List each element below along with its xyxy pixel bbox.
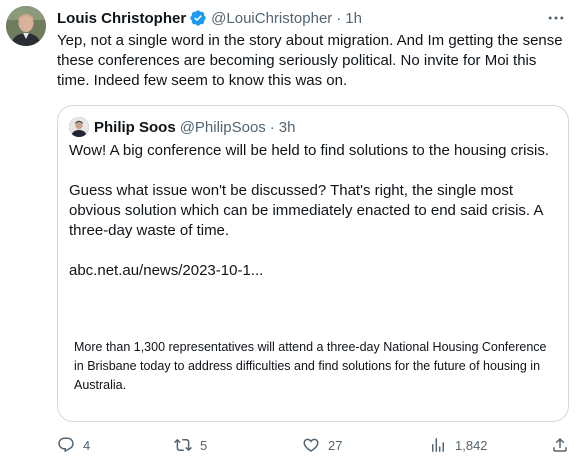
tweet-text: Yep, not a single word in the story abou… [57, 32, 563, 89]
share-button[interactable] [551, 434, 569, 456]
separator-dot: · [269, 118, 275, 136]
more-options-icon[interactable] [546, 8, 566, 28]
tweet[interactable]: Louis Christopher @LouiChristopher · 1h … [0, 0, 578, 461]
quoted-avatar-image [69, 117, 89, 137]
tweet-header: Louis Christopher @LouiChristopher · 1h [57, 8, 362, 28]
like-button[interactable]: 27 [302, 434, 342, 456]
separator-dot: · [336, 9, 342, 27]
quoted-paragraph: Wow! A big conference will be held to fi… [69, 142, 549, 159]
reply-count: 4 [83, 437, 91, 453]
views-chart-icon [432, 438, 444, 452]
quoted-tweet[interactable]: Philip Soos @PhilipSoos · 3h Wow! A big … [57, 105, 569, 422]
quoted-paragraph: Guess what issue won't be discussed? Tha… [69, 182, 543, 239]
author-display-name[interactable]: Louis Christopher [57, 10, 186, 27]
author-avatar[interactable] [6, 6, 46, 46]
share-icon [553, 437, 567, 452]
views-button[interactable]: 1,842 [429, 434, 488, 456]
like-count: 27 [328, 437, 343, 453]
quoted-tweet-link[interactable]: abc.net.au/news/2023-10-1... [69, 262, 263, 279]
link-card-description[interactable]: More than 1,300 representatives will att… [74, 338, 558, 395]
quoted-tweet-text: Wow! A big conference will be held to fi… [69, 141, 559, 281]
author-handle[interactable]: @LouiChristopher [211, 10, 332, 27]
reply-icon [58, 437, 74, 453]
quoted-author-display-name[interactable]: Philip Soos [94, 119, 176, 136]
quoted-author-avatar[interactable] [69, 117, 89, 137]
tweet-timestamp[interactable]: 1h [345, 10, 362, 27]
retweet-icon [174, 438, 192, 452]
quoted-tweet-header: Philip Soos @PhilipSoos · 3h [69, 117, 295, 137]
retweet-button[interactable]: 5 [174, 434, 207, 456]
views-count: 1,842 [455, 437, 488, 453]
heart-icon [303, 438, 319, 452]
avatar-image [6, 6, 46, 46]
verified-badge-icon [190, 10, 206, 26]
quoted-tweet-timestamp[interactable]: 3h [279, 119, 296, 136]
tweet-actions: 4 5 27 1,842 [57, 434, 567, 456]
reply-button[interactable]: 4 [57, 434, 90, 456]
quoted-author-handle[interactable]: @PhilipSoos [180, 119, 266, 136]
retweet-count: 5 [200, 437, 208, 453]
